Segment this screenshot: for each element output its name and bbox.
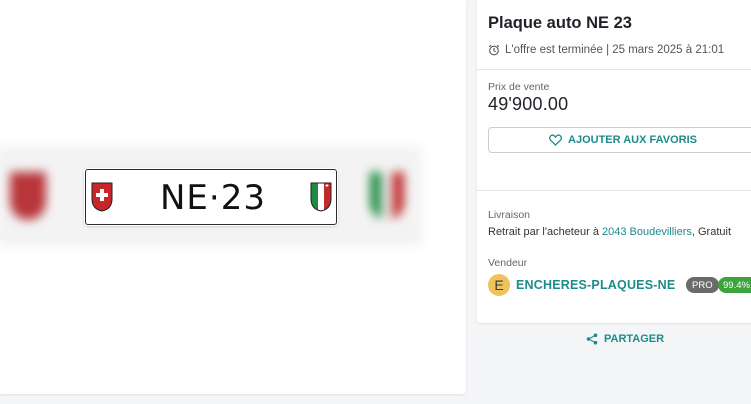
auction-status: L'offre est terminée | 25 mars 2025 à 21… <box>488 44 724 56</box>
blurred-swiss-shield <box>10 172 46 220</box>
price-label: Prix de vente <box>488 81 550 93</box>
plate-number: NE·23 <box>160 178 266 218</box>
add-to-favorites-button[interactable]: AJOUTER AUX FAVORIS <box>488 127 751 153</box>
seller-rating-badge: 99.4% <box>718 277 751 293</box>
license-plate-image: NE·23 <box>85 169 337 225</box>
divider <box>477 69 751 70</box>
share-button[interactable]: PARTAGER <box>586 333 664 345</box>
listing-info-card: Plaque auto NE 23 L'offre est terminée |… <box>477 0 751 323</box>
delivery-suffix: , Gratuit <box>691 226 732 238</box>
share-icon <box>586 333 598 345</box>
swiss-cross-shield-icon <box>91 182 113 212</box>
seller-profile-link[interactable]: E ENCHERES-PLAQUES-NE <box>488 274 675 296</box>
listing-title: Plaque auto NE 23 <box>488 14 632 32</box>
status-text: L'offre est terminée | 25 mars 2025 à 21… <box>505 44 725 56</box>
delivery-location-link[interactable]: 2043 Boudevilliers <box>602 226 692 238</box>
pro-badge: PRO <box>686 277 719 293</box>
divider <box>477 190 751 191</box>
seller-label: Vendeur <box>488 257 528 269</box>
favorites-label: AJOUTER AUX FAVORIS <box>568 134 697 146</box>
delivery-info: Retrait par l'acheteur à 2043 Boudevilli… <box>488 226 731 238</box>
product-image-panel[interactable]: NE·23 <box>0 0 466 394</box>
price-value: 49'900.00 <box>488 94 569 114</box>
seller-name[interactable]: ENCHERES-PLAQUES-NE <box>516 278 675 292</box>
delivery-prefix: Retrait par l'acheteur à <box>488 226 602 238</box>
neuchatel-shield-icon <box>310 182 332 212</box>
alarm-clock-icon <box>488 44 500 56</box>
heart-icon <box>549 134 562 146</box>
seller-avatar: E <box>488 274 510 296</box>
delivery-label: Livraison <box>488 209 531 221</box>
blurred-neuchatel-shield <box>370 172 404 220</box>
share-label: PARTAGER <box>604 333 665 345</box>
